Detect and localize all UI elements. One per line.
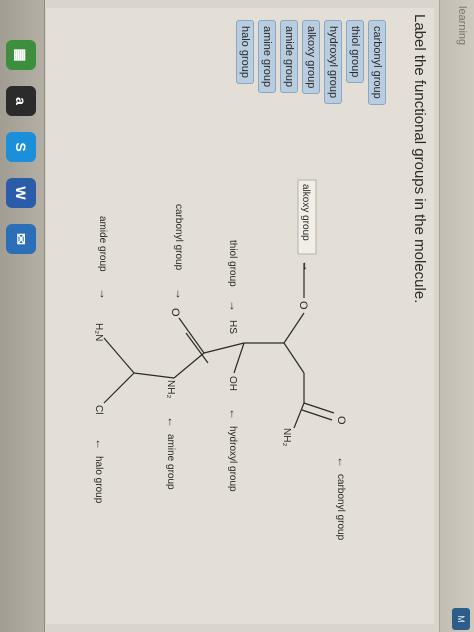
- molecule-bonds: [103, 263, 335, 429]
- arrow-carbonyl-left: →: [173, 288, 187, 300]
- atom-o-ether: O: [297, 301, 309, 310]
- arrow-halo: ←: [93, 438, 107, 450]
- label-halo[interactable]: halo group: [93, 456, 104, 504]
- calendar-icon[interactable]: ▦: [6, 40, 36, 70]
- browser-titlebar: learning M: [439, 0, 474, 632]
- arrow-hydroxyl: ←: [227, 408, 241, 420]
- atom-nh2-mid: NH₂: [165, 380, 176, 398]
- label-carbonyl-right[interactable]: carbonyl group: [335, 474, 346, 541]
- arrow-amide: →: [97, 288, 111, 300]
- label-amine[interactable]: amine group: [165, 434, 176, 490]
- taskbar-dock: ▦ a S W ✉: [0, 0, 45, 632]
- arrow-amine: ←: [165, 416, 179, 428]
- atom-cl: Cl: [93, 405, 104, 414]
- atom-hs: HS: [227, 320, 238, 334]
- screen: learning M Label the functional groups i…: [0, 0, 474, 632]
- skype-icon[interactable]: S: [6, 132, 36, 162]
- label-carbonyl-left[interactable]: carbonyl group: [173, 204, 184, 271]
- brand-label: learning: [456, 6, 468, 46]
- atom-h2n: H₂N: [93, 323, 104, 341]
- atom-o-mid: O: [169, 308, 181, 317]
- label-hydroxyl[interactable]: hydroxyl group: [227, 426, 238, 492]
- outlook-icon[interactable]: ✉: [6, 224, 36, 254]
- question-panel: Label the functional groups in the molec…: [46, 8, 434, 624]
- atom-nh2-top: NH₂: [281, 428, 292, 446]
- arrow-alkoxy: →: [300, 260, 314, 272]
- atom-o-top: O: [335, 416, 347, 425]
- word-icon[interactable]: W: [6, 178, 36, 208]
- atom-oh: OH: [227, 376, 238, 391]
- arrow-thiol: →: [227, 300, 241, 312]
- label-thiol[interactable]: thiol group: [227, 240, 238, 287]
- amazon-icon[interactable]: a: [6, 86, 36, 116]
- menu-button[interactable]: M: [452, 608, 470, 630]
- label-alkoxy: alkoxy group: [300, 184, 311, 241]
- molecule-diagram: O O NH₂ HS OH O NH₂ H₂N Cl alkoxy group …: [93, 179, 349, 541]
- label-amide[interactable]: amide group: [97, 216, 108, 272]
- arrow-carbonyl-right: ←: [335, 456, 349, 468]
